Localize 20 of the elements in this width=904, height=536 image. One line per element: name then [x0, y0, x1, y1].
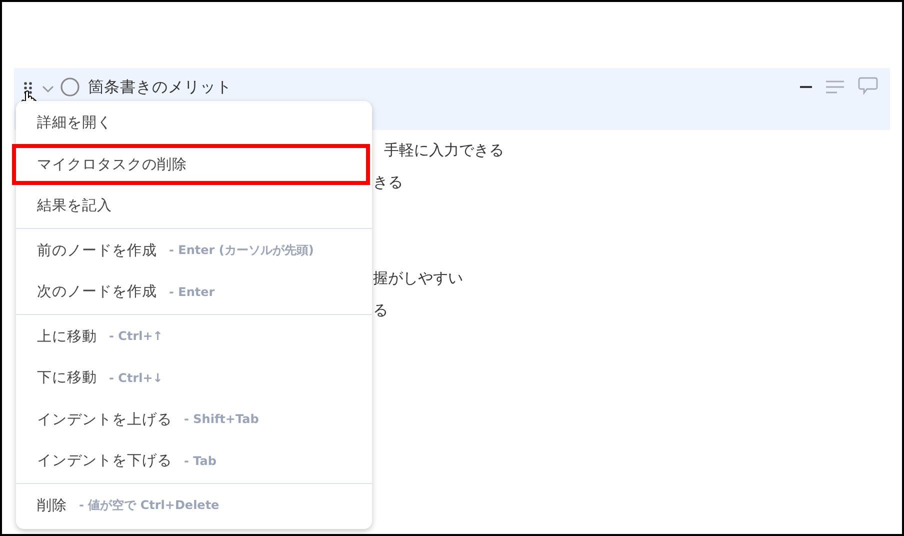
lines-icon[interactable]	[826, 80, 844, 94]
menu-item[interactable]: 下に移動 - Ctrl+↓	[16, 357, 372, 398]
node-text: る	[373, 300, 388, 320]
node-text: 握がしやすい	[373, 268, 463, 288]
node-title: 箇条書きのメリット	[88, 77, 232, 98]
node-text: きる	[373, 172, 403, 192]
menu-item[interactable]: インデントを下げる - Tab	[16, 440, 372, 482]
menu-item[interactable]: 次のノードを作成 - Enter	[16, 271, 372, 312]
comment-icon[interactable]	[858, 77, 878, 95]
menu-item[interactable]: 結果を記入	[16, 185, 372, 226]
minus-icon[interactable]	[800, 85, 812, 89]
menu-item[interactable]: インデントを上げる - Shift+Tab	[16, 398, 372, 440]
menu-item[interactable]: 詳細を開く	[16, 102, 372, 144]
menu-item[interactable]: マイクロタスクの削除	[12, 144, 370, 185]
menu-item[interactable]: 前のノードを作成 - Enter (カーソルが先頭)	[16, 230, 372, 271]
chevron-icon[interactable]	[42, 85, 54, 93]
menu-item[interactable]: 上に移動 - Ctrl+↑	[16, 316, 372, 357]
circle-icon[interactable]	[60, 77, 80, 97]
node-text: 手軽に入力できる	[384, 140, 504, 160]
menu-item[interactable]: 削除 - 値が空で Ctrl+Delete	[16, 484, 372, 526]
